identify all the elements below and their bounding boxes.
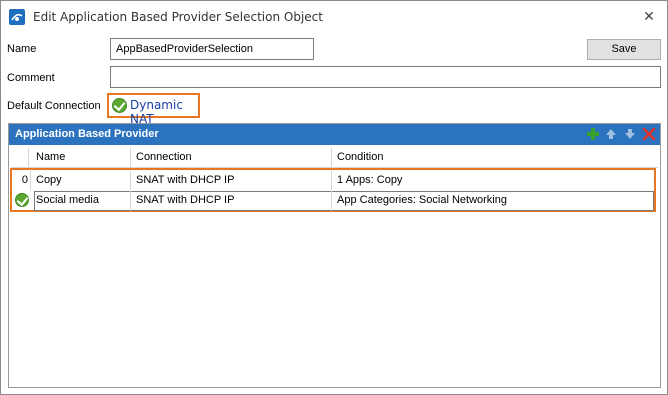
move-up-icon[interactable] [603, 126, 619, 142]
provider-panel: Application Based Provider Name Connecti… [8, 123, 661, 388]
default-connection-selector[interactable]: Dynamic NAT [107, 93, 200, 126]
table-row-selected[interactable]: Social media SNAT with DHCP IP App Categ… [14, 191, 656, 211]
row-connection: SNAT with DHCP IP [136, 174, 235, 186]
row-condition: 1 Apps: Copy [337, 174, 403, 186]
row-index: 0 [21, 174, 28, 186]
comment-label: Comment [7, 72, 55, 84]
check-circle-icon [15, 193, 29, 207]
default-connection-label: Default Connection [7, 100, 101, 112]
move-down-icon[interactable] [622, 126, 638, 142]
table-row[interactable]: 0 Copy SNAT with DHCP IP 1 Apps: Copy [14, 171, 656, 191]
check-circle-icon [112, 98, 127, 113]
column-separator [28, 148, 29, 168]
column-header-condition[interactable]: Condition [337, 151, 383, 163]
rows-highlight-frame: 0 Copy SNAT with DHCP IP 1 Apps: Copy So… [10, 168, 656, 212]
row-separator [331, 191, 332, 211]
default-connection-link[interactable]: Dynamic NAT [130, 98, 198, 126]
row-connection: SNAT with DHCP IP [136, 194, 235, 206]
row-condition: App Categories: Social Networking [337, 194, 507, 206]
add-icon[interactable] [585, 126, 601, 142]
row-separator [30, 171, 31, 191]
window-title: Edit Application Based Provider Selectio… [33, 10, 323, 24]
comment-input[interactable] [110, 66, 661, 88]
row-name: Social media [36, 194, 99, 206]
app-logo-icon [9, 9, 25, 25]
close-icon[interactable]: ✕ [639, 7, 659, 27]
column-header-connection[interactable]: Connection [136, 151, 192, 163]
delete-icon[interactable] [641, 126, 657, 142]
title-bar: Edit Application Based Provider Selectio… [1, 1, 667, 31]
name-label: Name [7, 43, 37, 55]
panel-title: Application Based Provider [15, 128, 159, 140]
row-separator [130, 171, 131, 191]
column-separator [130, 148, 131, 168]
name-input[interactable] [110, 38, 314, 60]
row-name: Copy [36, 174, 62, 186]
edit-provider-selection-dialog: Edit Application Based Provider Selectio… [0, 0, 668, 395]
column-separator [331, 148, 332, 168]
save-button[interactable]: Save [587, 39, 661, 60]
column-header-name[interactable]: Name [36, 151, 65, 163]
panel-header: Application Based Provider [9, 124, 660, 145]
table-header: Name Connection Condition [11, 148, 658, 168]
row-separator [130, 191, 131, 211]
row-separator [331, 171, 332, 191]
